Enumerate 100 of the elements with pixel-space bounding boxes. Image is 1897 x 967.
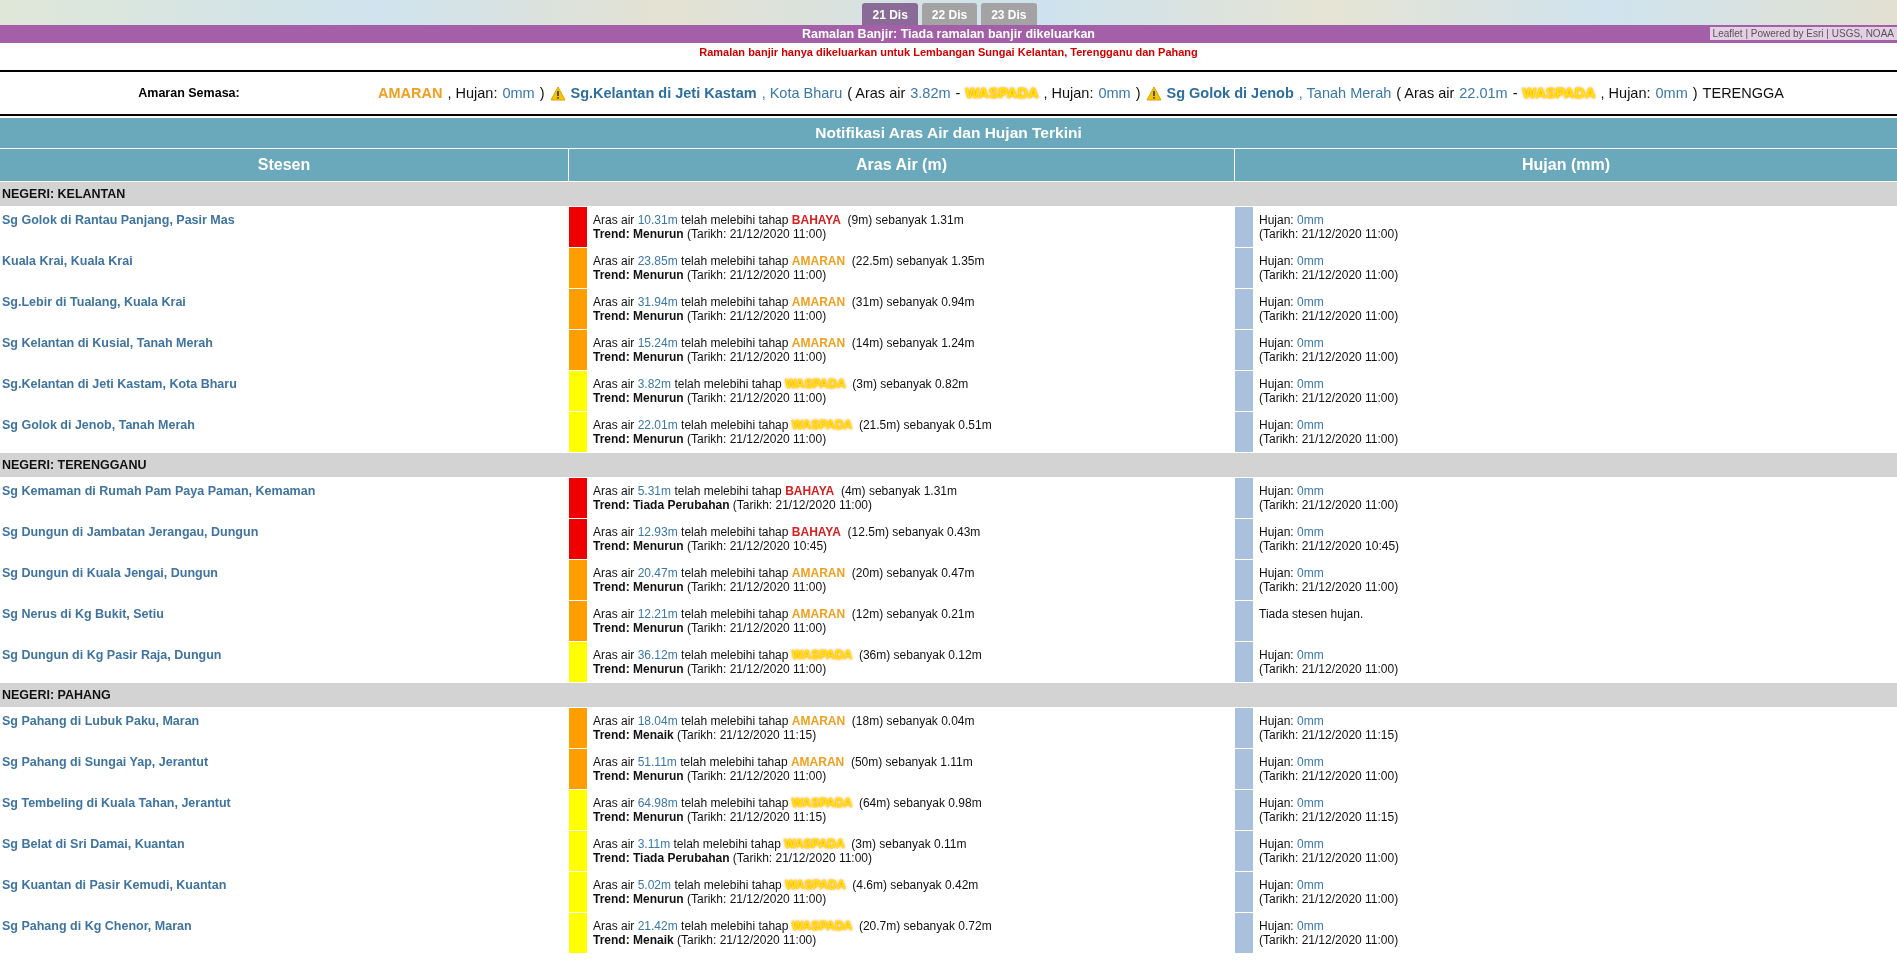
rain-reading: Hujan: 0mm: [1259, 377, 1325, 391]
reading-value: 0mm: [1098, 85, 1131, 101]
water-level-text: Aras air 18.04m telah melebihi tahap AMARAN (18m) sebanyak 0.04m: [593, 714, 975, 728]
trend-text: Trend: Menurun (Tarikh: 21/12/2020 11:00): [593, 892, 828, 906]
ticker-text: -: [955, 85, 961, 101]
rain-bar: [1235, 207, 1253, 247]
rain-reading: Hujan: 0mm: [1259, 254, 1325, 268]
station-link[interactable]: Sg.Kelantan di Jeti Kastam, Kota Bharu: [2, 377, 237, 391]
ticker-text: TERENGGA: [1702, 85, 1784, 101]
rain-bar: [1235, 330, 1253, 370]
ticker-text: ): [1135, 85, 1141, 101]
table-title: Notifikasi Aras Air dan Hujan Terkini: [0, 118, 1897, 149]
station-link[interactable]: Sg Golok di Rantau Panjang, Pasir Mas: [2, 213, 235, 227]
rain-reading: Hujan: 0mm: [1259, 919, 1325, 933]
rain-date: (Tarikh: 21/12/2020 11:00): [1259, 432, 1399, 446]
rain-date: (Tarikh: 21/12/2020 11:00): [1259, 309, 1399, 323]
reading-value: 3.82m: [910, 85, 951, 101]
ticker-text: , Hujan:: [1600, 85, 1651, 101]
rain-reading: Hujan: 0mm: [1259, 566, 1325, 580]
station-link[interactable]: Kuala Krai, Kuala Krai: [2, 254, 133, 268]
rain-date: (Tarikh: 21/12/2020 11:00): [1259, 892, 1399, 906]
rain-date: (Tarikh: 21/12/2020 11:00): [1259, 662, 1399, 676]
ticker-text: ( Aras air: [847, 85, 906, 101]
water-level-text: Aras air 20.47m telah melebihi tahap AMARAN (20m) sebanyak 0.47m: [593, 566, 975, 580]
trend-text: Trend: Menurun (Tarikh: 21/12/2020 11:00): [593, 309, 828, 323]
water-level-text: Aras air 5.31m telah melebihi tahap BAHAYA (4m) sebanyak 1.31m: [593, 484, 957, 498]
water-level-text: Aras air 3.11m telah melebihi tahap WASPADA (3m) sebanyak 0.11m: [593, 837, 967, 851]
trend-text: Trend: Menurun (Tarikh: 21/12/2020 11:00): [593, 350, 828, 364]
trend-text: Trend: Tiada Perubahan (Tarikh: 21/12/2020 11:00): [593, 498, 874, 512]
trend-text: Trend: Menaik (Tarikh: 21/12/2020 11:15): [593, 728, 818, 742]
station-link[interactable]: Sg Belat di Sri Damai, Kuantan: [2, 837, 185, 851]
rain-bar: [1235, 478, 1253, 518]
forecast-note: Ramalan banjir hanya dikeluarkan untuk Lembangan Sungai Kelantan, Terengganu dan Pahang: [698, 45, 1199, 60]
station-link[interactable]: Sg Tembeling di Kuala Tahan, Jerantut: [2, 796, 231, 810]
trend-text: Trend: Menurun (Tarikh: 21/12/2020 11:15): [593, 810, 828, 824]
water-level-text: Aras air 12.93m telah melebihi tahap BAHAYA (12.5m) sebanyak 0.43m: [593, 525, 981, 539]
ticker-text: ( Aras air: [1396, 85, 1455, 101]
station-link[interactable]: Sg Golok di Jenob: [1166, 85, 1294, 101]
no-rain-station: Tiada stesen hujan.: [1259, 607, 1364, 621]
water-level-text: Aras air 64.98m telah melebihi tahap WASPADA (64m) sebanyak 0.98m: [593, 796, 982, 810]
station-link[interactable]: Sg Pahang di Sungai Yap, Jerantut: [2, 755, 209, 769]
state-header: NEGERI: KELANTAN: [0, 182, 1897, 207]
station-link[interactable]: Sg Nerus di Kg Bukit, Setiu: [2, 607, 164, 621]
water-level-text: Aras air 5.02m telah melebihi tahap WASPADA (4.6m) sebanyak 0.42m: [593, 878, 979, 892]
water-level-text: Aras air 12.21m telah melebihi tahap AMARAN (12m) sebanyak 0.21m: [593, 607, 975, 621]
rain-bar: [1235, 831, 1253, 871]
station-link[interactable]: Sg Dungun di Jambatan Jerangau, Dungun: [2, 525, 259, 539]
rain-reading: Hujan: 0mm: [1259, 796, 1325, 810]
trend-text: Trend: Menaik (Tarikh: 21/12/2020 11:00): [593, 933, 818, 947]
alert-status: AMARAN: [378, 85, 443, 101]
rain-bar: [1235, 412, 1253, 452]
column-header: Aras Air (m): [569, 149, 1234, 182]
rain-reading: Hujan: 0mm: [1259, 213, 1325, 227]
station-link[interactable]: Sg Kuantan di Pasir Kemudi, Kuantan: [2, 878, 227, 892]
station-link[interactable]: Sg Pahang di Kg Chenor, Maran: [2, 919, 192, 933]
rain-reading: Hujan: 0mm: [1259, 336, 1325, 350]
rain-reading: Hujan: 0mm: [1259, 484, 1325, 498]
date-tab[interactable]: 21 Dis: [862, 3, 918, 25]
rain-bar: [1235, 601, 1253, 641]
water-level-text: Aras air 36.12m telah melebihi tahap WASPADA (36m) sebanyak 0.12m: [593, 648, 982, 662]
column-header: Hujan (mm): [1235, 149, 1897, 182]
column-header: Stesen: [0, 149, 568, 182]
rain-bar: [1235, 913, 1253, 953]
alert-status: WASPADA: [965, 85, 1039, 101]
station-link[interactable]: Sg.Lebir di Tualang, Kuala Krai: [2, 295, 186, 309]
water-level-text: Aras air 3.82m telah melebihi tahap WASPADA (3m) sebanyak 0.82m: [593, 377, 969, 391]
warning-icon: [549, 85, 566, 101]
rain-bar: [1235, 872, 1253, 912]
rain-date: (Tarikh: 21/12/2020 11:00): [1259, 227, 1399, 241]
trend-text: Trend: Menurun (Tarikh: 21/12/2020 11:00): [593, 268, 828, 282]
forecast-title: Ramalan Banjir: Tiada ramalan banjir dikeluarkan: [802, 27, 1095, 41]
rain-date: (Tarikh: 21/12/2020 11:00): [1259, 498, 1399, 512]
rain-bar: [1235, 642, 1253, 682]
station-link[interactable]: Sg Golok di Jenob, Tanah Merah: [2, 418, 195, 432]
alert-label: Amaran Semasa:: [137, 86, 241, 100]
rain-date: (Tarikh: 21/12/2020 11:00): [1259, 350, 1399, 364]
station-link[interactable]: Sg Dungun di Kuala Jengai, Dungun: [2, 566, 218, 580]
trend-text: Trend: Menurun (Tarikh: 21/12/2020 11:00): [593, 227, 828, 241]
reading-value: 22.01m: [1459, 85, 1508, 101]
station-link[interactable]: Sg Dungun di Kg Pasir Raja, Dungun: [2, 648, 222, 662]
map-view[interactable]: 21 Dis 22 Dis 23 Dis: [0, 0, 1897, 25]
trend-text: Trend: Menurun (Tarikh: 21/12/2020 11:00): [593, 432, 828, 446]
rain-bar: [1235, 708, 1253, 748]
rain-reading: Hujan: 0mm: [1259, 418, 1325, 432]
station-place: , Tanah Merah: [1298, 85, 1392, 101]
trend-text: Trend: Tiada Perubahan (Tarikh: 21/12/2020 11:00): [593, 851, 874, 865]
rain-bar: [1235, 289, 1253, 329]
ticker-text: , Hujan:: [447, 85, 498, 101]
trend-text: Trend: Menurun (Tarikh: 21/12/2020 10:45): [593, 539, 829, 553]
trend-text: Trend: Menurun (Tarikh: 21/12/2020 11:00): [593, 769, 828, 783]
station-link[interactable]: Sg Pahang di Lubuk Paku, Maran: [2, 714, 200, 728]
rain-bar: [1235, 248, 1253, 288]
rain-date: (Tarikh: 21/12/2020 10:45): [1259, 539, 1400, 553]
station-link[interactable]: Sg Kemaman di Rumah Pam Paya Paman, Kemaman: [2, 484, 316, 498]
ticker-text: ): [539, 85, 545, 101]
station-link[interactable]: Sg Kelantan di Kusial, Tanah Merah: [2, 336, 213, 350]
water-level-text: Aras air 10.31m telah melebihi tahap BAHAYA (9m) sebanyak 1.31m: [593, 213, 964, 227]
reading-value: 0mm: [502, 85, 535, 101]
rain-reading: Hujan: 0mm: [1259, 714, 1325, 728]
station-link[interactable]: Sg.Kelantan di Jeti Kastam: [570, 85, 757, 101]
